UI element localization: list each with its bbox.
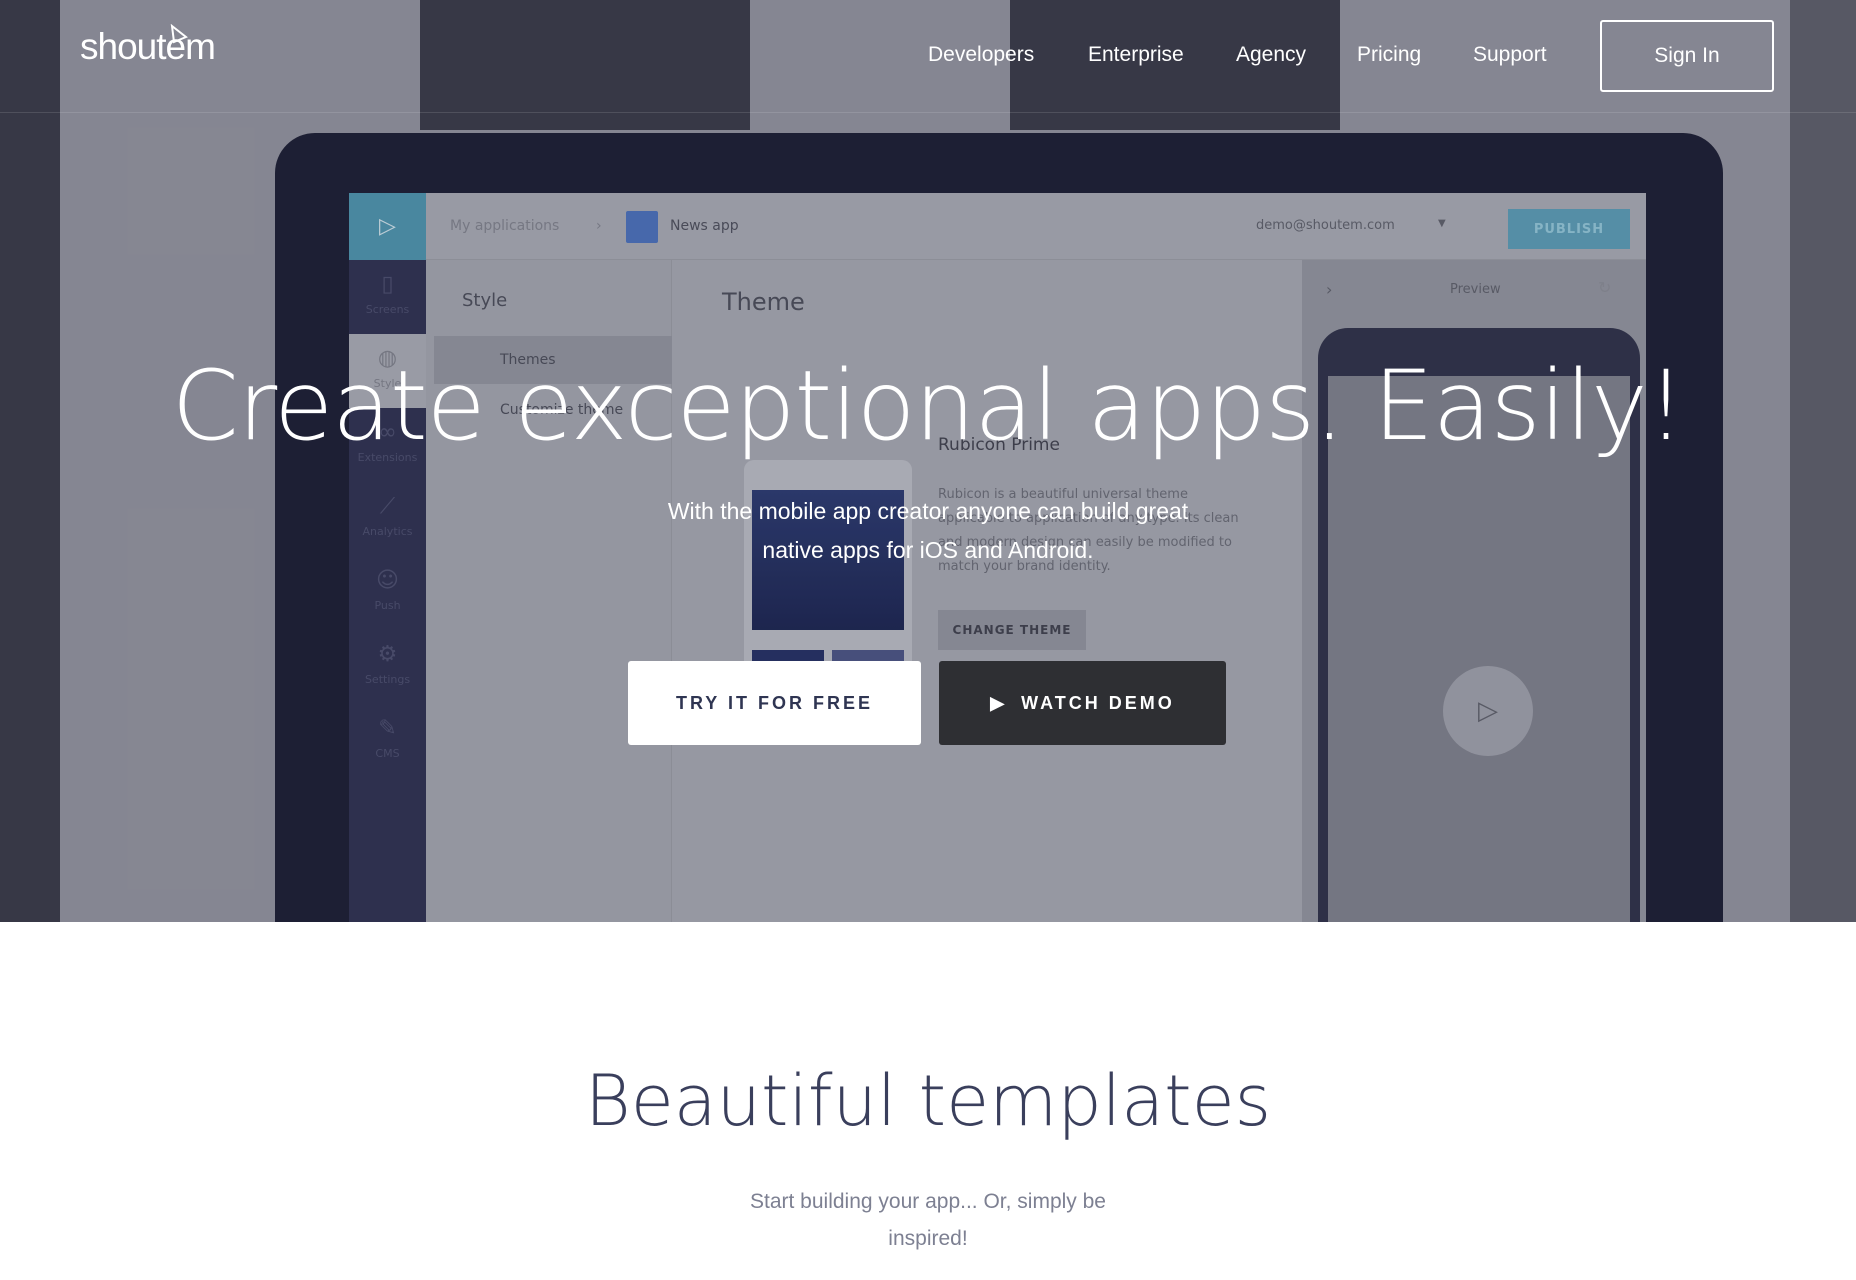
hero-section: ▷ ▯ Screens ◍ Style ∞ Extensions ⟋ Analytics… xyxy=(0,0,1856,922)
templates-subtitle-line1: Start building your app... Or, simply be xyxy=(749,1190,1106,1213)
try-it-for-free-button[interactable]: TRY IT FOR FREE xyxy=(628,661,921,745)
nav-agency[interactable]: Agency xyxy=(1236,43,1306,67)
nav-pricing[interactable]: Pricing xyxy=(1357,43,1421,67)
nav-support[interactable]: Support xyxy=(1473,43,1547,67)
shoutem-logo[interactable]: shoutem xyxy=(80,24,216,68)
play-icon: ▶ xyxy=(990,692,1008,713)
logo-triangle-icon xyxy=(170,24,188,44)
header-divider xyxy=(0,112,1856,113)
hero-title: Create exceptional apps. Easily! xyxy=(171,350,1686,462)
nav-developers[interactable]: Developers xyxy=(928,43,1034,67)
templates-subtitle-line2: inspired! xyxy=(888,1227,968,1250)
nav-enterprise[interactable]: Enterprise xyxy=(1088,43,1184,67)
templates-title: Beautiful templates xyxy=(584,1060,1272,1142)
hero-subtitle-line2: native apps for iOS and Android. xyxy=(762,537,1094,563)
logo-text: shoutem xyxy=(80,26,216,67)
templates-subtitle: Start building your app... Or, simply be… xyxy=(0,1183,1856,1257)
watch-demo-label: WATCH DEMO xyxy=(1021,692,1175,713)
sign-in-button[interactable]: Sign In xyxy=(1600,20,1774,92)
hero-subtitle-line1: With the mobile app creator anyone can b… xyxy=(667,498,1189,524)
watch-demo-button[interactable]: ▶ WATCH DEMO xyxy=(939,661,1226,745)
